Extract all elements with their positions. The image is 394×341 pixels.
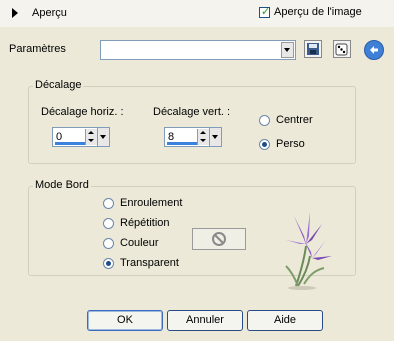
horiz-offset-label: Décalage horiz. : (41, 106, 124, 118)
help-button[interactable]: Aide (247, 310, 323, 331)
couleur-radio[interactable] (103, 238, 114, 249)
ok-button[interactable]: OK (87, 310, 163, 331)
mode-bord-title: Mode Bord (33, 179, 91, 191)
vert-offset-slider[interactable] (167, 142, 201, 145)
preset-dropdown[interactable] (100, 40, 296, 60)
border-color-swatch[interactable] (192, 228, 246, 250)
transparent-radio[interactable] (103, 258, 114, 269)
apercu-image-label: Aperçu de l'image (274, 6, 362, 18)
apercu-label: Aperçu (32, 7, 67, 19)
chevron-down-icon[interactable] (209, 128, 221, 146)
apercu-image-checkbox[interactable]: ✓ (259, 6, 271, 18)
repetition-label: Répétition (120, 217, 170, 229)
centrer-label: Centrer (276, 114, 313, 126)
reset-button[interactable] (364, 40, 384, 60)
chevron-down-icon[interactable] (97, 128, 109, 146)
no-symbol-icon (212, 232, 226, 246)
expand-arrow-icon[interactable] (12, 8, 18, 18)
centrer-radio[interactable] (259, 115, 270, 126)
perso-radio[interactable] (259, 139, 270, 150)
horiz-offset-spinner[interactable]: 0 (52, 127, 110, 147)
flower-logo-icon (285, 212, 332, 290)
vert-offset-spinner[interactable]: 8 (164, 127, 222, 147)
random-button[interactable] (333, 40, 351, 58)
decalage-title: Décalage (33, 79, 84, 91)
parametres-label: Paramètres (9, 43, 66, 55)
floppy-disk-icon (307, 43, 319, 55)
repetition-radio[interactable] (103, 218, 114, 229)
save-preset-button[interactable] (304, 40, 322, 58)
cancel-button[interactable]: Annuler (167, 310, 243, 331)
enroulement-radio[interactable] (103, 198, 114, 209)
enroulement-label: Enroulement (120, 197, 183, 209)
reset-arrow-icon (370, 46, 378, 54)
horiz-offset-slider[interactable] (55, 142, 89, 145)
up-down-icon[interactable] (85, 129, 97, 145)
chevron-down-icon[interactable] (281, 42, 294, 58)
vert-offset-label: Décalage vert. : (153, 106, 231, 118)
couleur-label: Couleur (120, 237, 159, 249)
perso-label: Perso (276, 138, 305, 150)
dice-icon (335, 43, 348, 56)
transparent-label: Transparent (120, 257, 179, 269)
checkmark-icon: ✓ (261, 6, 271, 18)
up-down-icon[interactable] (197, 129, 209, 145)
